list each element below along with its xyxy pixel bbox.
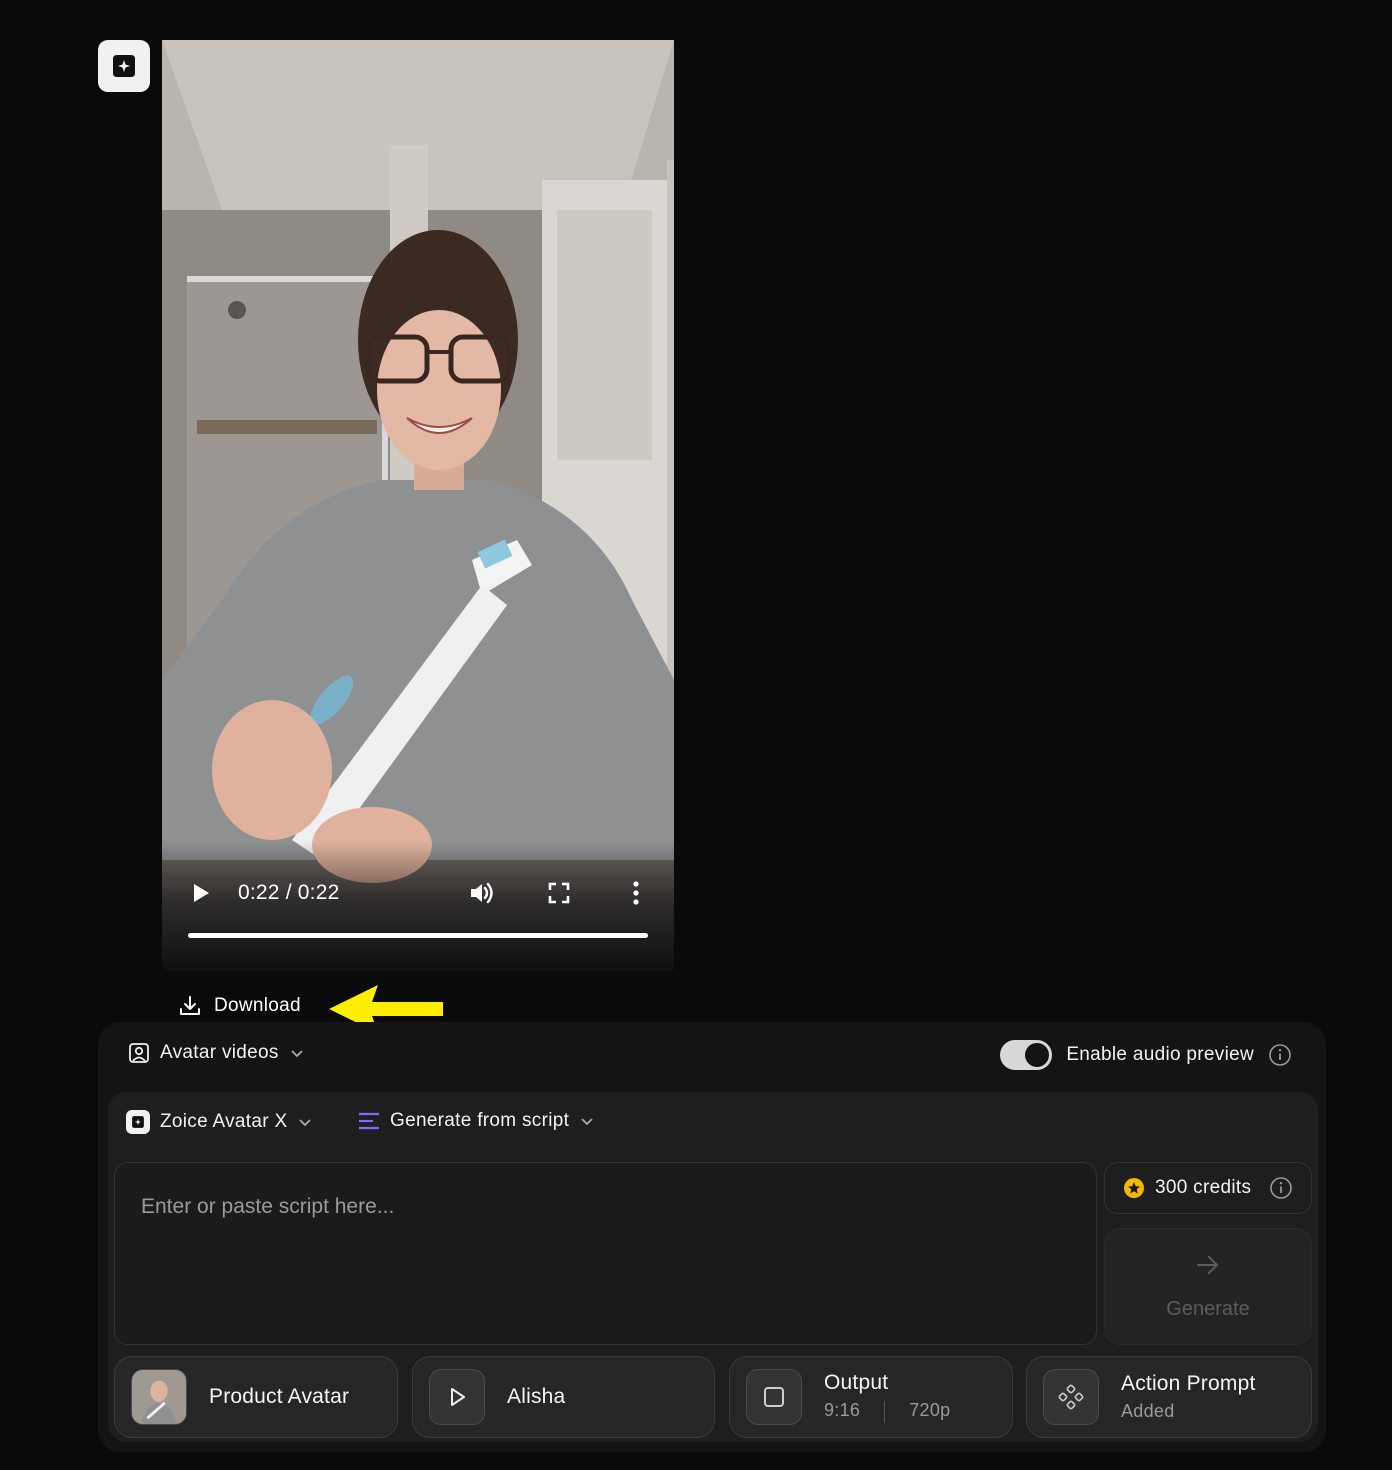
script-input[interactable]	[115, 1163, 1096, 1344]
play-icon	[194, 884, 209, 902]
generate-label: Generate	[1166, 1298, 1250, 1320]
play-button[interactable]	[188, 880, 214, 906]
output-thumb	[746, 1369, 802, 1425]
output-title: Output	[824, 1371, 889, 1395]
avatar-thumbnail	[131, 1369, 187, 1425]
voice-chip[interactable]: Alisha	[412, 1356, 715, 1438]
video-frame	[162, 40, 674, 971]
app-logo[interactable]	[98, 40, 150, 92]
output-settings: 9:16 720p	[824, 1400, 951, 1423]
square-icon	[764, 1387, 784, 1407]
action-prompt-thumb	[1043, 1369, 1099, 1425]
audio-preview-control: Enable audio preview	[1000, 1040, 1292, 1070]
info-icon[interactable]	[1269, 1176, 1293, 1200]
arrow-right-icon	[1197, 1256, 1218, 1274]
zoice-logo-icon	[126, 1110, 150, 1134]
product-avatar-title: Product Avatar	[209, 1385, 350, 1408]
composer-panel: Avatar videos Enable audio preview Zoice…	[98, 1022, 1326, 1452]
fullscreen-button[interactable]	[545, 879, 573, 907]
script-box	[114, 1162, 1097, 1345]
action-prompt-title: Action Prompt	[1121, 1372, 1256, 1395]
video-player[interactable]: 0:22 / 0:22	[162, 40, 674, 971]
action-prompt-chip[interactable]: Action Prompt Added	[1026, 1356, 1312, 1438]
voice-play-thumb	[429, 1369, 485, 1425]
download-icon	[180, 996, 200, 1015]
output-chip[interactable]: Output 9:16 720p	[729, 1356, 1013, 1438]
mode-dropdown[interactable]: Generate from script	[358, 1110, 595, 1132]
credits-display: 300 credits	[1104, 1162, 1312, 1214]
chevron-down-icon	[291, 1050, 303, 1058]
credits-label: 300 credits	[1155, 1177, 1252, 1198]
action-nodes-icon	[1058, 1384, 1084, 1410]
download-button[interactable]: Download	[178, 994, 301, 1018]
generate-button[interactable]: Generate	[1104, 1228, 1312, 1345]
audio-preview-label: Enable audio preview	[1066, 1044, 1254, 1065]
credits-star-icon	[1124, 1178, 1144, 1198]
zoice-logo-icon	[113, 55, 135, 77]
play-outline-icon	[451, 1388, 465, 1406]
video-controls: 0:22 / 0:22	[162, 841, 674, 971]
model-label: Zoice Avatar X	[160, 1111, 288, 1132]
product-avatar-chip[interactable]: Product Avatar	[114, 1356, 398, 1438]
info-icon[interactable]	[1268, 1043, 1292, 1067]
download-label: Download	[214, 995, 301, 1016]
avatar-frame-icon	[129, 1043, 149, 1063]
fullscreen-icon	[548, 882, 570, 904]
action-prompt-status: Added	[1121, 1401, 1175, 1421]
avatar-videos-dropdown[interactable]: Avatar videos	[128, 1042, 305, 1064]
voice-title: Alisha	[507, 1385, 566, 1408]
output-ratio: 9:16	[824, 1400, 861, 1421]
more-options-button[interactable]	[622, 879, 650, 907]
video-progress-fill	[188, 933, 648, 938]
chevron-down-icon	[581, 1118, 593, 1126]
avatar-videos-label: Avatar videos	[160, 1042, 279, 1063]
audio-preview-toggle[interactable]	[1000, 1040, 1053, 1070]
volume-button[interactable]	[468, 879, 496, 907]
more-vertical-icon	[633, 881, 639, 905]
video-progress-bar[interactable]	[188, 933, 648, 938]
time-display: 0:22 / 0:22	[238, 881, 340, 904]
output-resolution: 720p	[909, 1400, 951, 1421]
mode-label: Generate from script	[390, 1110, 570, 1131]
volume-icon	[471, 882, 493, 904]
text-lines-icon	[359, 1112, 379, 1130]
composer-inner: Zoice Avatar X Generate from script 300 …	[108, 1092, 1318, 1442]
model-dropdown[interactable]: Zoice Avatar X	[126, 1110, 313, 1134]
toggle-knob	[1025, 1043, 1050, 1067]
chevron-down-icon	[299, 1119, 312, 1127]
output-divider	[884, 1400, 886, 1423]
